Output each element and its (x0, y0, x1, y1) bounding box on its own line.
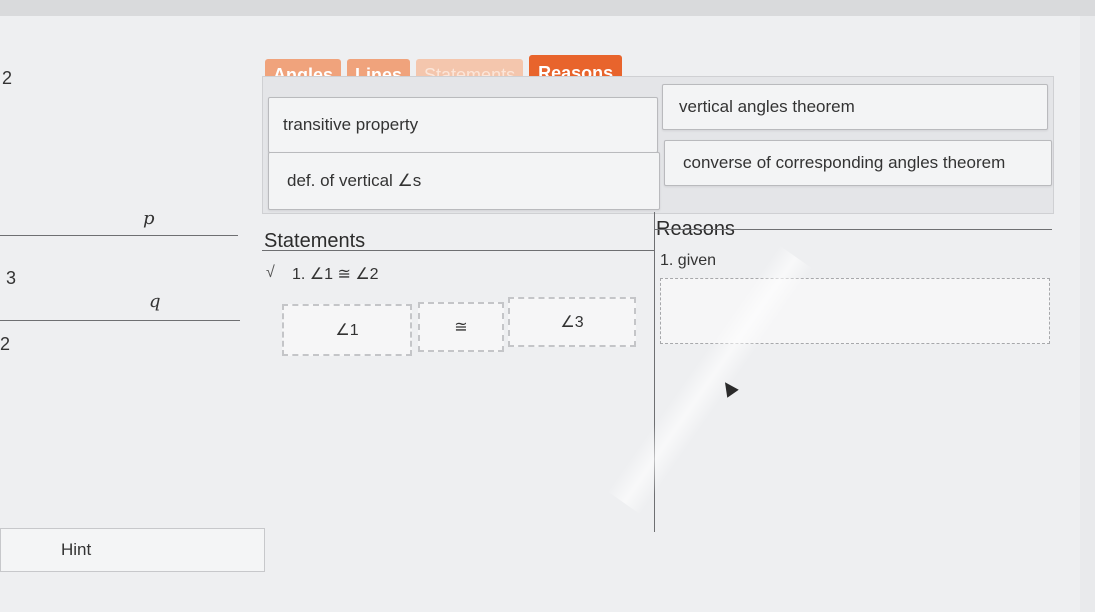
statement-slot-1[interactable]: ∠1 (282, 304, 412, 356)
line-p-label: p (143, 208, 155, 229)
left-number-bottom: 2 (0, 334, 11, 354)
left-number-middle: 3 (6, 268, 17, 288)
chip-converse-corresponding-angles[interactable]: converse of corresponding angles theorem (664, 140, 1052, 186)
column-divider (654, 212, 655, 532)
line-p (0, 235, 238, 236)
line-q (0, 320, 240, 321)
chip-def-vertical-angles[interactable]: def. of vertical ∠s (268, 152, 660, 210)
header-underline-statements (262, 250, 654, 251)
top-bar (0, 0, 1095, 16)
left-number-top: 2 (2, 68, 13, 88)
line-q-label: q (149, 291, 161, 312)
reason-1: 1. given (660, 252, 717, 269)
hint-button[interactable]: Hint (0, 528, 265, 572)
statement-slot-3[interactable]: ∠3 (508, 297, 636, 347)
statement-slot-2[interactable]: ≅ (418, 302, 504, 352)
chip-transitive-property[interactable]: transitive property (268, 97, 658, 153)
check-icon: √ (266, 264, 275, 281)
header-underline-reasons (654, 229, 1052, 230)
chip-vertical-angles-theorem[interactable]: vertical angles theorem (662, 84, 1048, 130)
reason-slot-2[interactable] (660, 278, 1050, 344)
statement-1: 1. ∠1 ≅ ∠2 (292, 266, 379, 283)
